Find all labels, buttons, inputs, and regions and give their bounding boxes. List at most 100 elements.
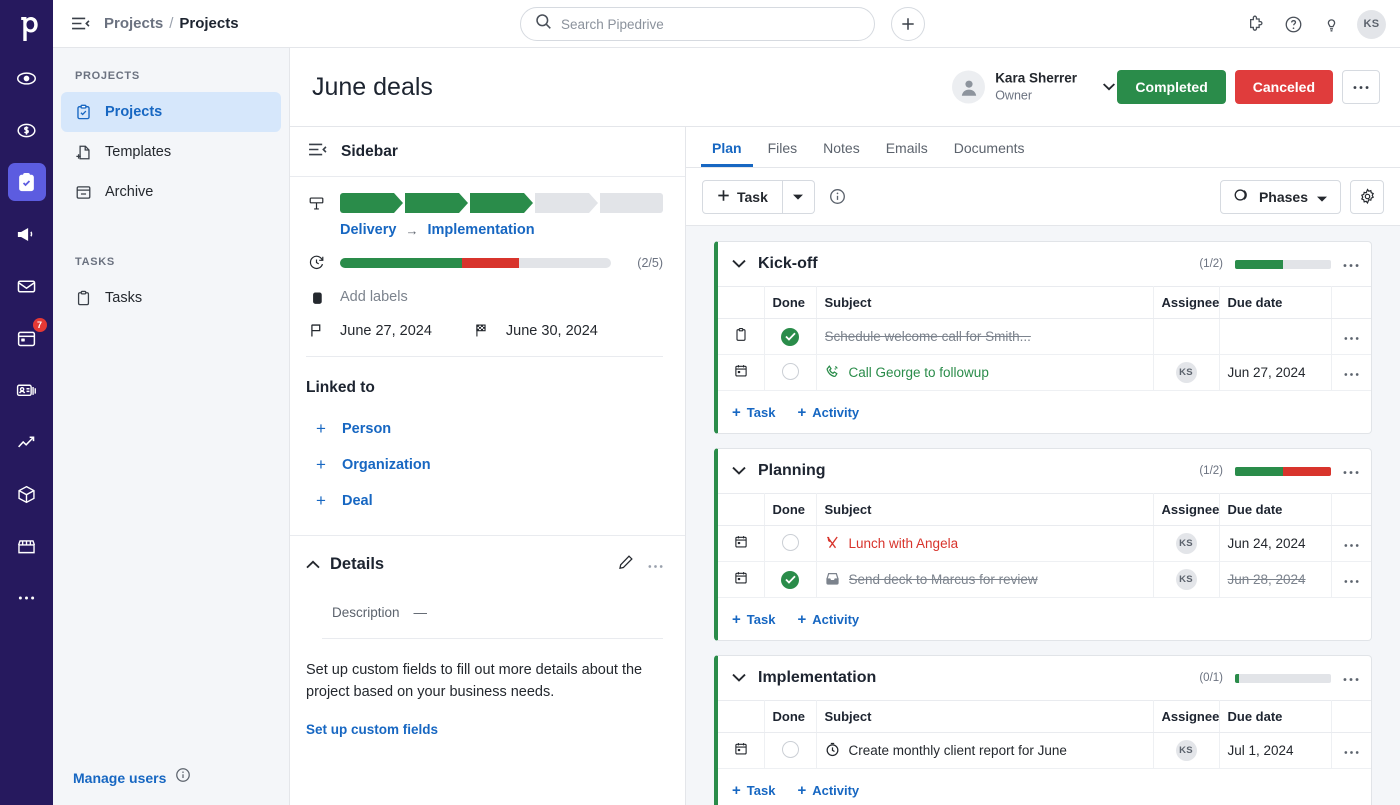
sidebar-item-archive[interactable]: Archive bbox=[61, 172, 281, 212]
stage-chevron-4[interactable] bbox=[535, 193, 598, 213]
assignee-avatar[interactable]: KS bbox=[1175, 740, 1197, 761]
tab-emails[interactable]: Emails bbox=[875, 140, 939, 167]
rail-item-marketplace-icon[interactable] bbox=[8, 527, 46, 565]
task-actions-cell[interactable] bbox=[1331, 525, 1371, 562]
page-title[interactable]: June deals bbox=[312, 73, 433, 102]
table-row[interactable]: Send deck to Marcus for review KS Jun 28, … bbox=[718, 561, 1371, 598]
task-more-icon[interactable] bbox=[1344, 535, 1359, 552]
phase-more-icon[interactable] bbox=[1343, 463, 1359, 479]
phase-more-icon[interactable] bbox=[1343, 256, 1359, 272]
task-actions-cell[interactable] bbox=[1331, 354, 1371, 391]
link-organization-button[interactable]: + Organization bbox=[306, 447, 663, 483]
checkbox-checked-icon[interactable] bbox=[781, 570, 799, 589]
phase-add-activity-link[interactable]: + Activity bbox=[797, 405, 859, 420]
project-more-button[interactable] bbox=[1342, 70, 1380, 104]
sidebar-item-tasks[interactable]: Tasks bbox=[61, 278, 281, 318]
task-done-cell[interactable] bbox=[764, 525, 817, 562]
checkbox-checked-icon[interactable] bbox=[781, 327, 799, 346]
task-more-icon[interactable] bbox=[1344, 328, 1359, 345]
stage-chevron-1[interactable] bbox=[340, 193, 403, 213]
task-subject-cell[interactable]: Send deck to Marcus for review bbox=[816, 561, 1154, 598]
setup-custom-fields-link[interactable]: Set up custom fields bbox=[306, 722, 438, 737]
phase-add-activity-link[interactable]: + Activity bbox=[797, 783, 859, 798]
apps-puzzle-icon[interactable] bbox=[1243, 12, 1267, 36]
chevron-up-icon[interactable] bbox=[306, 556, 320, 574]
plan-info-icon[interactable] bbox=[829, 188, 846, 205]
link-person-button[interactable]: + Person bbox=[306, 411, 663, 447]
assignee-avatar[interactable]: KS bbox=[1175, 569, 1197, 590]
rail-item-calendar-icon[interactable]: 7 bbox=[8, 318, 47, 357]
table-row[interactable]: Create monthly client report for June KS J… bbox=[718, 732, 1371, 769]
breadcrumb-current[interactable]: Projects bbox=[179, 15, 238, 32]
task-subject-cell[interactable]: Schedule welcome call for Smith... bbox=[816, 318, 1154, 355]
phase-collapse-chevron-icon[interactable] bbox=[732, 462, 746, 480]
manage-users-link[interactable]: Manage users bbox=[73, 770, 166, 786]
task-more-icon[interactable] bbox=[1344, 364, 1359, 381]
plan-settings-button[interactable] bbox=[1350, 179, 1384, 214]
task-done-cell[interactable] bbox=[764, 732, 817, 769]
rail-item-projects-icon[interactable] bbox=[7, 163, 46, 201]
table-row[interactable]: Lunch with Angela KS Jun 24, 2024 bbox=[718, 525, 1371, 562]
edit-pencil-icon[interactable] bbox=[618, 554, 634, 575]
owner-avatar[interactable] bbox=[952, 70, 986, 104]
task-assignee-cell[interactable] bbox=[1153, 318, 1220, 355]
task-assignee-cell[interactable]: KS bbox=[1153, 354, 1220, 391]
sidebar-item-projects[interactable]: Projects bbox=[61, 92, 281, 132]
assignee-avatar[interactable]: KS bbox=[1175, 533, 1197, 554]
quick-add-button[interactable] bbox=[891, 7, 925, 41]
breadcrumb-parent[interactable]: Projects bbox=[104, 15, 163, 32]
stage-from-link[interactable]: Delivery bbox=[340, 222, 396, 238]
phases-button[interactable]: Phases bbox=[1219, 179, 1341, 214]
chevron-down-icon[interactable] bbox=[1103, 78, 1115, 96]
description-value[interactable]: — bbox=[414, 605, 428, 620]
phase-collapse-chevron-icon[interactable] bbox=[732, 669, 746, 687]
help-icon[interactable] bbox=[1281, 12, 1305, 36]
link-deal-button[interactable]: + Deal bbox=[306, 483, 663, 519]
sidebar-collapse-icon[interactable] bbox=[308, 142, 327, 162]
tab-plan[interactable]: Plan bbox=[701, 140, 753, 167]
stage-to-link[interactable]: Implementation bbox=[427, 222, 534, 238]
add-task-button[interactable]: Task bbox=[702, 179, 783, 214]
nav-collapse-icon[interactable] bbox=[71, 16, 90, 31]
search-input[interactable] bbox=[561, 16, 851, 32]
tab-files[interactable]: Files bbox=[757, 140, 809, 167]
tab-notes[interactable]: Notes bbox=[812, 140, 871, 167]
rail-item-contacts-icon[interactable] bbox=[8, 371, 46, 409]
phase-add-task-link[interactable]: + Task bbox=[732, 612, 775, 627]
rail-item-products-icon[interactable] bbox=[8, 475, 46, 513]
task-assignee-cell[interactable]: KS bbox=[1153, 732, 1220, 769]
task-done-cell[interactable] bbox=[764, 561, 817, 598]
task-due-date-cell[interactable]: Jul 1, 2024 bbox=[1219, 732, 1332, 769]
project-start-date[interactable]: June 27, 2024 bbox=[340, 323, 432, 339]
task-more-icon[interactable] bbox=[1344, 742, 1359, 759]
add-labels-button[interactable]: Add labels bbox=[340, 289, 408, 305]
task-due-date-cell[interactable]: Jun 24, 2024 bbox=[1219, 525, 1332, 562]
phase-name[interactable]: Implementation bbox=[758, 669, 876, 687]
stage-chevron-2[interactable] bbox=[405, 193, 468, 213]
rail-item-deals-icon[interactable] bbox=[8, 111, 46, 149]
task-due-date-cell[interactable]: Jun 28, 2024 bbox=[1219, 561, 1332, 598]
add-task-dropdown[interactable] bbox=[782, 179, 815, 214]
table-row[interactable]: Schedule welcome call for Smith... bbox=[718, 318, 1371, 355]
task-actions-cell[interactable] bbox=[1331, 732, 1371, 769]
task-actions-cell[interactable] bbox=[1331, 561, 1371, 598]
stage-chevron-3[interactable] bbox=[470, 193, 533, 213]
checkbox-unchecked-icon[interactable] bbox=[781, 740, 799, 758]
pipedrive-logo[interactable] bbox=[0, 6, 53, 52]
rail-item-insights-icon[interactable] bbox=[8, 423, 46, 461]
task-done-cell[interactable] bbox=[764, 318, 817, 355]
stage-chevron-bar[interactable] bbox=[340, 193, 663, 213]
user-avatar[interactable]: KS bbox=[1357, 9, 1386, 39]
sidebar-item-templates[interactable]: Templates bbox=[61, 132, 281, 172]
rail-item-mail-icon[interactable] bbox=[8, 267, 46, 305]
task-subject-cell[interactable]: Call George to followup bbox=[816, 354, 1154, 391]
phase-name[interactable]: Planning bbox=[758, 462, 826, 480]
info-icon[interactable] bbox=[175, 767, 191, 788]
task-subject-cell[interactable]: Lunch with Angela bbox=[816, 525, 1154, 562]
tab-documents[interactable]: Documents bbox=[943, 140, 1036, 167]
assignee-avatar[interactable]: KS bbox=[1175, 362, 1197, 383]
rail-item-campaigns-icon[interactable] bbox=[8, 215, 46, 253]
tips-bulb-icon[interactable] bbox=[1319, 12, 1343, 36]
task-assignee-cell[interactable]: KS bbox=[1153, 561, 1220, 598]
checkbox-unchecked-icon[interactable] bbox=[781, 533, 799, 551]
